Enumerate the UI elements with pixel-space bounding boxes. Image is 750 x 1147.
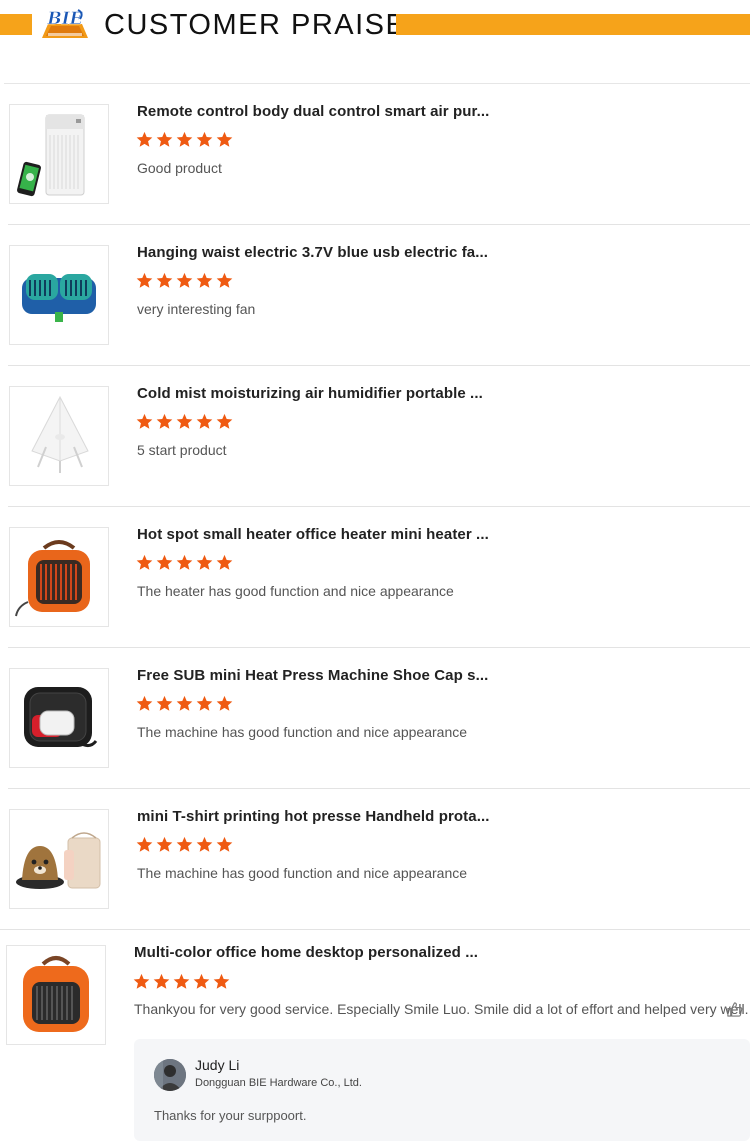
star-icon (176, 413, 193, 429)
star-icon (196, 695, 213, 711)
review-item[interactable]: Hot spot small heater office heater mini… (0, 507, 750, 648)
review-item[interactable]: Hanging waist electric 3.7V blue usb ele… (0, 225, 750, 366)
company-logo: BIE (38, 6, 92, 40)
star-rating (136, 695, 233, 712)
star-rating (136, 413, 233, 430)
avatar (154, 1059, 186, 1091)
star-icon (176, 836, 193, 852)
star-icon (156, 131, 173, 147)
star-icon (153, 973, 170, 989)
star-icon (156, 836, 173, 852)
review-item[interactable]: mini T-shirt printing hot presse Handhel… (0, 789, 750, 930)
review-comment: 5 start product (137, 442, 227, 458)
seller-reply: Judy Li Dongguan BIE Hardware Co., Ltd. … (134, 1039, 750, 1141)
star-icon (213, 973, 230, 989)
thumbs-up-icon[interactable] (726, 1001, 743, 1018)
star-rating (133, 973, 230, 990)
star-icon (176, 554, 193, 570)
star-icon (216, 695, 233, 711)
section-title: CUSTOMER PRAISE (104, 9, 407, 41)
star-icon (136, 695, 153, 711)
svg-text:BIE: BIE (46, 9, 83, 29)
mini-heater-image[interactable] (9, 527, 109, 627)
star-icon (216, 413, 233, 429)
star-icon (133, 973, 150, 989)
star-icon (196, 413, 213, 429)
star-icon (216, 836, 233, 852)
star-icon (196, 272, 213, 288)
review-product-title[interactable]: Hot spot small heater office heater mini… (137, 526, 489, 543)
review-product-title[interactable]: Free SUB mini Heat Press Machine Shoe Ca… (137, 667, 488, 684)
review-product-title[interactable]: Cold mist moisturizing air humidifier po… (137, 385, 483, 402)
star-icon (136, 272, 153, 288)
handheld-press-image[interactable] (9, 809, 109, 909)
orange-heater-image[interactable] (6, 945, 106, 1045)
star-icon (136, 554, 153, 570)
star-icon (156, 272, 173, 288)
review-comment: Good product (137, 160, 222, 176)
reply-author-name: Judy Li (195, 1057, 240, 1073)
review-item[interactable]: Cold mist moisturizing air humidifier po… (0, 366, 750, 507)
star-icon (176, 131, 193, 147)
humidifier-image[interactable] (9, 386, 109, 486)
review-comment: Thankyou for very good service. Especial… (134, 1001, 749, 1017)
star-icon (176, 272, 193, 288)
star-icon (136, 836, 153, 852)
review-item[interactable]: Remote control body dual control smart a… (0, 84, 750, 225)
star-icon (156, 695, 173, 711)
header-accent-bar-right (396, 14, 750, 35)
review-product-title[interactable]: Multi-color office home desktop personal… (134, 944, 478, 961)
heat-press-case-image[interactable] (9, 668, 109, 768)
star-icon (196, 554, 213, 570)
star-rating (136, 836, 233, 853)
star-icon (136, 413, 153, 429)
star-icon (196, 836, 213, 852)
review-product-title[interactable]: Remote control body dual control smart a… (137, 103, 489, 120)
review-item[interactable]: Free SUB mini Heat Press Machine Shoe Ca… (0, 648, 750, 789)
review-item[interactable]: Multi-color office home desktop personal… (0, 924, 750, 1147)
waist-fan-image[interactable] (9, 245, 109, 345)
review-comment: very interesting fan (137, 301, 256, 317)
star-icon (156, 413, 173, 429)
star-icon (216, 272, 233, 288)
star-icon (176, 695, 193, 711)
star-rating (136, 554, 233, 571)
reply-company-name: Dongguan BIE Hardware Co., Ltd. (195, 1077, 362, 1089)
header-accent-bar-left (0, 14, 32, 35)
star-icon (193, 973, 210, 989)
star-rating (136, 272, 233, 289)
section-header: BIE CUSTOMER PRAISE (0, 0, 750, 50)
star-icon (136, 131, 153, 147)
review-product-title[interactable]: Hanging waist electric 3.7V blue usb ele… (137, 244, 488, 261)
review-comment: The machine has good function and nice a… (137, 724, 468, 740)
reply-message: Thanks for your surppoort. (154, 1108, 307, 1123)
star-icon (156, 554, 173, 570)
review-comment: The heater has good function and nice ap… (137, 583, 454, 599)
star-icon (173, 973, 190, 989)
star-icon (216, 554, 233, 570)
star-icon (196, 131, 213, 147)
review-comment: The machine has good function and nice a… (137, 865, 468, 881)
air-purifier-image[interactable] (9, 104, 109, 204)
star-rating (136, 131, 233, 148)
review-product-title[interactable]: mini T-shirt printing hot presse Handhel… (137, 808, 490, 825)
star-icon (216, 131, 233, 147)
